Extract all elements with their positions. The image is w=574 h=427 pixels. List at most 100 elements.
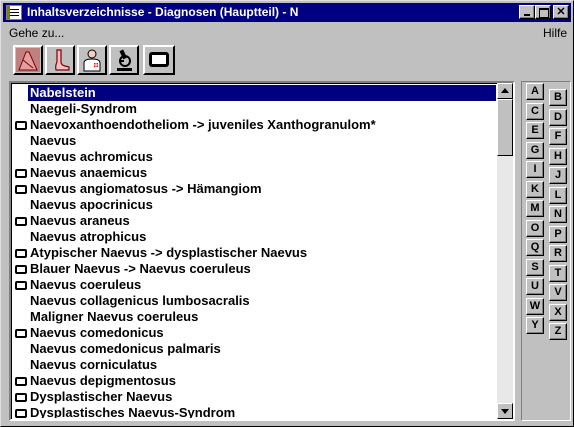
list-item[interactable]: Dysplastischer Naevus xyxy=(13,389,497,405)
letter-button-r[interactable]: R xyxy=(549,245,567,262)
scroll-down-button[interactable] xyxy=(497,403,513,419)
list-item[interactable]: Naegeli-Syndrom xyxy=(13,101,497,117)
letter-button-q[interactable]: Q xyxy=(526,239,544,256)
letter-button-o[interactable]: O xyxy=(526,219,544,237)
body-region-icon xyxy=(16,48,40,72)
list-item-selected[interactable]: Nabelstein xyxy=(13,85,497,101)
list-item-label: Naevus atrophicus xyxy=(30,229,147,244)
image-available-icon[interactable] xyxy=(15,281,27,290)
microscope-button[interactable] xyxy=(109,45,139,75)
app-window: Inhaltsverzeichnisse - Diagnosen (Hauptt… xyxy=(0,0,574,427)
image-available-icon[interactable] xyxy=(15,409,27,418)
letter-button-c[interactable]: C xyxy=(526,102,544,120)
letter-button-v[interactable]: V xyxy=(549,284,567,301)
menu-bar: Gehe zu... Hilfe xyxy=(3,23,571,41)
vertical-scrollbar[interactable] xyxy=(497,83,513,419)
image-available-icon[interactable] xyxy=(15,329,27,338)
list-item[interactable]: Maligner Naevus coeruleus xyxy=(13,309,497,325)
letter-button-l[interactable]: L xyxy=(549,186,567,204)
diagnosis-rows: Nabelstein Naegeli-Syndrom Naevoxanthoendo… xyxy=(13,85,497,418)
maximize-button[interactable] xyxy=(535,5,551,19)
window-title: Inhaltsverzeichnisse - Diagnosen (Hauptt… xyxy=(27,5,299,19)
scroll-up-button[interactable] xyxy=(497,83,513,99)
letter-button-i[interactable]: I xyxy=(526,161,544,178)
list-item[interactable]: Naevus atrophicus xyxy=(13,229,497,245)
list-item[interactable]: Naevoxanthoendotheliom -> juveniles Xant… xyxy=(13,117,497,133)
diagnosis-list[interactable]: Nabelstein Naegeli-Syndrom Naevoxanthoendo… xyxy=(9,81,515,421)
list-item-label: Naevus araneus xyxy=(30,213,130,228)
letter-button-f[interactable]: F xyxy=(549,128,567,145)
list-item[interactable]: Naevus coeruleus xyxy=(13,277,497,293)
menu-goto[interactable]: Gehe zu... xyxy=(9,26,64,40)
list-item-label: Dysplastisches Naevus-Syndrom xyxy=(30,405,236,418)
image-available-icon[interactable] xyxy=(15,265,27,274)
list-item[interactable]: Naevus anaemicus xyxy=(13,165,497,181)
list-item[interactable]: Naevus xyxy=(13,133,497,149)
list-item-label: Dysplastischer Naevus xyxy=(30,389,173,404)
image-available-icon[interactable] xyxy=(15,169,27,178)
app-icon[interactable] xyxy=(6,5,22,20)
letter-button-t[interactable]: T xyxy=(549,264,567,282)
list-item-label: Naevus xyxy=(30,133,77,148)
list-item[interactable]: Naevus comedonicus palmaris xyxy=(13,341,497,357)
list-item[interactable]: Dysplastisches Naevus-Syndrom xyxy=(13,405,497,418)
letter-button-w[interactable]: W xyxy=(526,297,544,315)
list-item[interactable]: Naevus apocrinicus xyxy=(13,197,497,213)
image-available-icon[interactable] xyxy=(15,249,27,258)
letter-button-s[interactable]: S xyxy=(526,258,544,276)
list-item[interactable]: Atypischer Naevus -> dysplastischer Naev… xyxy=(13,245,497,261)
menu-help[interactable]: Hilfe xyxy=(543,26,567,40)
list-item-label: Blauer Naevus -> Naevus coeruleus xyxy=(30,261,251,276)
letter-button-h[interactable]: H xyxy=(549,147,567,165)
letter-button-u[interactable]: U xyxy=(526,278,544,295)
letter-button-k[interactable]: K xyxy=(526,180,544,198)
list-item[interactable]: Naevus depigmentosus xyxy=(13,373,497,389)
scroll-thumb[interactable] xyxy=(497,99,513,156)
letter-button-d[interactable]: D xyxy=(549,108,567,126)
close-button[interactable]: ✕ xyxy=(553,5,569,19)
minimize-button[interactable] xyxy=(519,5,535,19)
letter-button-b[interactable]: B xyxy=(549,89,567,106)
list-item-label: Naevus achromicus xyxy=(30,149,153,164)
title-bar[interactable]: Inhaltsverzeichnisse - Diagnosen (Hauptt… xyxy=(3,3,571,22)
list-item-label: Atypischer Naevus -> dysplastischer Naev… xyxy=(30,245,308,260)
letter-button-p[interactable]: P xyxy=(549,225,567,243)
list-item[interactable]: Naevus angiomatosus -> Hämangiom xyxy=(13,181,497,197)
letter-button-g[interactable]: G xyxy=(526,141,544,159)
list-item[interactable]: Naevus collagenicus lumbosacralis xyxy=(13,293,497,309)
list-item-label: Naevoxanthoendotheliom -> juveniles Xant… xyxy=(30,117,376,132)
list-item-label: Naevus comedonicus palmaris xyxy=(30,341,221,356)
foot-button[interactable] xyxy=(45,45,75,75)
image-available-icon[interactable] xyxy=(15,185,27,194)
letter-button-z[interactable]: Z xyxy=(549,323,567,340)
list-item-label: Naegeli-Syndrom xyxy=(30,101,137,116)
list-item-label: Naevus depigmentosus xyxy=(30,373,176,388)
letter-button-e[interactable]: E xyxy=(526,122,544,139)
letter-button-n[interactable]: N xyxy=(549,206,567,223)
image-available-icon[interactable] xyxy=(15,377,27,386)
list-item-label: Maligner Naevus coeruleus xyxy=(30,309,199,324)
list-item-label: Naevus anaemicus xyxy=(30,165,148,180)
letter-button-j[interactable]: J xyxy=(549,167,567,184)
image-available-icon[interactable] xyxy=(15,393,27,402)
list-item[interactable]: Naevus corniculatus xyxy=(13,357,497,373)
list-item[interactable]: Blauer Naevus -> Naevus coeruleus xyxy=(13,261,497,277)
letter-button-y[interactable]: Y xyxy=(526,317,544,334)
doctor-icon xyxy=(83,49,101,72)
list-item[interactable]: Naevus comedonicus xyxy=(13,325,497,341)
body-region-button[interactable] xyxy=(13,45,43,75)
image-available-icon[interactable] xyxy=(15,121,27,130)
list-item-label: Naevus corniculatus xyxy=(30,357,158,372)
monitor-icon xyxy=(149,52,169,67)
image-available-icon[interactable] xyxy=(15,217,27,226)
microscope-icon xyxy=(117,49,132,71)
doctor-button[interactable] xyxy=(77,45,107,75)
list-item-label: Naevus comedonicus xyxy=(30,325,164,340)
letter-button-m[interactable]: M xyxy=(526,200,544,217)
list-item[interactable]: Naevus achromicus xyxy=(13,149,497,165)
letter-button-a[interactable]: A xyxy=(526,83,544,100)
list-item-label: Naevus collagenicus lumbosacralis xyxy=(30,293,250,308)
monitor-button[interactable] xyxy=(143,45,175,75)
list-item[interactable]: Naevus araneus xyxy=(13,213,497,229)
letter-button-x[interactable]: X xyxy=(549,303,567,321)
